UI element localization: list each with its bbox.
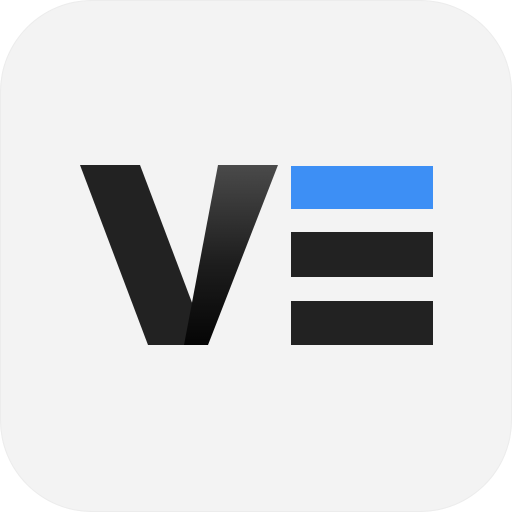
bottom-bar bbox=[291, 301, 433, 345]
middle-bar bbox=[291, 232, 433, 277]
v-right-stroke bbox=[184, 165, 278, 345]
stage bbox=[0, 0, 512, 512]
app-logo-icon bbox=[80, 165, 433, 345]
v-left-stroke bbox=[80, 165, 208, 345]
top-bar bbox=[291, 166, 433, 209]
